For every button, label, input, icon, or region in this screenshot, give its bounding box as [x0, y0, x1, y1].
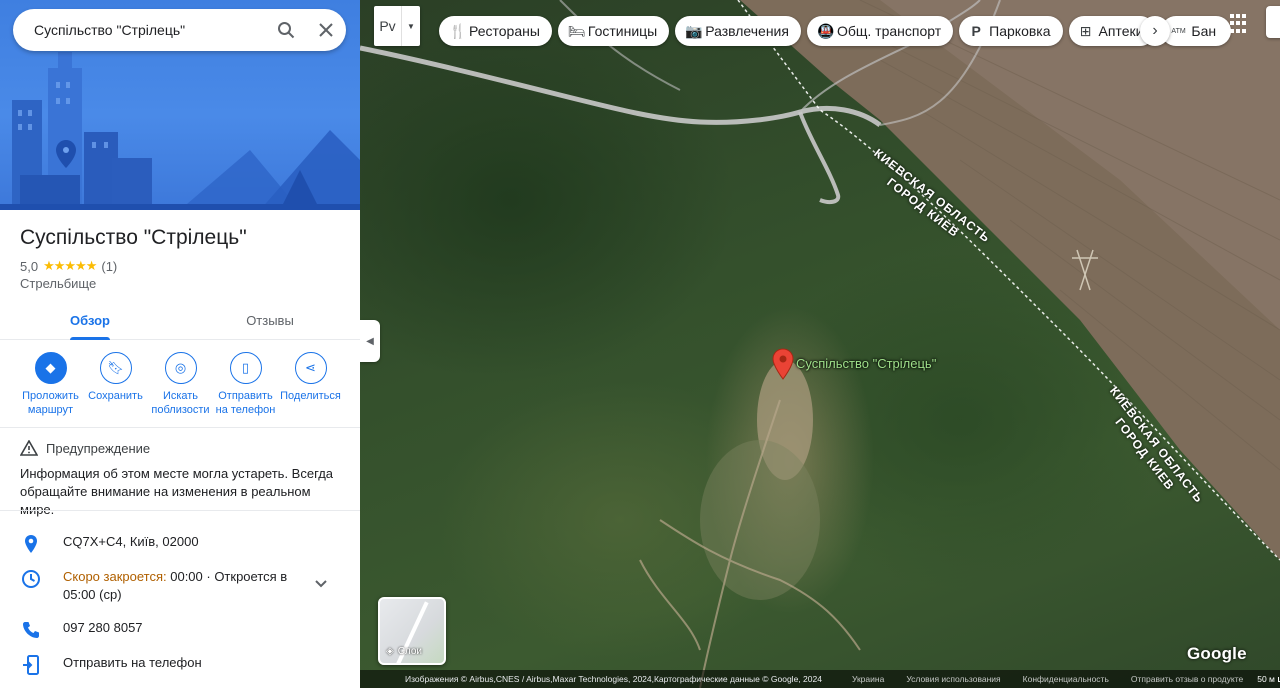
search-box[interactable]: Суспільство "Стрілець" — [13, 9, 346, 51]
chip-restaurants[interactable]: 🍴 Рестораны — [439, 16, 552, 46]
directions-button[interactable]: ◆ Проложить маршрут — [18, 352, 83, 417]
warning-icon — [20, 440, 38, 456]
search-nearby-button[interactable]: ◎ Искать поблизости — [148, 352, 213, 417]
send-to-phone-button[interactable]: ▯ Отправить на телефон — [213, 352, 278, 417]
send-to-phone-icon: ▯ — [229, 352, 262, 384]
parking-icon: P — [971, 23, 981, 39]
place-pin-icon[interactable] — [772, 348, 794, 380]
map-roads — [360, 0, 1280, 561]
category-chips: 🍴 Рестораны 🛏 Гостиницы 📷 Развлечения 🚇 Общ.… — [439, 16, 1232, 46]
send-to-phone-row[interactable]: Отправить на телефон — [20, 654, 340, 676]
layers-button[interactable]: ◈ Слои — [378, 597, 446, 665]
place-rating: 5,0 ★★★★★ (1) — [20, 258, 117, 274]
tab-reviews[interactable]: Отзывы — [180, 302, 360, 339]
send-to-phone-icon — [20, 654, 42, 676]
phone-icon — [20, 619, 42, 641]
chevron-left-icon: ◀ — [366, 335, 374, 347]
chip-hotels[interactable]: 🛏 Гостиницы — [557, 16, 670, 46]
restaurant-icon: 🍴 — [449, 22, 467, 39]
bookmark-icon: 🔖︎ — [99, 352, 132, 384]
address-row[interactable]: CQ7X+C4, Київ, 02000 — [20, 533, 340, 555]
directions-icon: ◆ — [34, 352, 67, 384]
footer-link-terms[interactable]: Условия использования — [906, 674, 1000, 684]
scale-bar[interactable]: 50 м — [1257, 674, 1280, 684]
chips-next-button[interactable]: › — [1140, 16, 1170, 46]
place-tabs: Обзор Отзывы — [0, 302, 360, 340]
search-input[interactable]: Суспільство "Стрілець" — [34, 22, 266, 38]
share-button[interactable]: ⋖ Поделиться — [278, 352, 343, 417]
attribution-text: Изображения © Airbus,CNES / Airbus,Maxar… — [405, 674, 822, 684]
chip-transit[interactable]: 🚇 Общ. транспорт — [806, 16, 954, 46]
chevron-right-icon: › — [1152, 22, 1158, 39]
chip-parking[interactable]: P Парковка — [959, 16, 1063, 46]
google-logo: Google — [1187, 644, 1247, 663]
hotel-icon: 🛏 — [567, 22, 586, 39]
place-title: Суспільство "Стрілець" — [20, 226, 247, 249]
chip-atm[interactable]: ATM Бан — [1161, 16, 1232, 46]
close-icon[interactable] — [306, 10, 346, 50]
atm-icon: ATM — [1171, 27, 1186, 35]
nearby-icon: ◎ — [164, 352, 197, 384]
tab-overview[interactable]: Обзор — [0, 302, 180, 340]
map-footer: Изображения © Airbus,CNES / Airbus,Maxar… — [360, 670, 1280, 688]
map-canvas[interactable]: КИЕВСКАЯ ОБЛАСТЬ ГОРОД КИЕВ КИЕВСКАЯ ОБЛ… — [360, 0, 1280, 688]
review-count[interactable]: (1) — [101, 259, 117, 274]
place-category[interactable]: Стрельбище — [20, 276, 96, 291]
clock-icon — [20, 568, 42, 590]
location-pin-icon — [20, 533, 42, 555]
pin-label[interactable]: Суспільство "Стрілець" — [796, 356, 936, 371]
chevron-down-icon[interactable]: ▼ — [402, 6, 420, 46]
address-text: CQ7X+C4, Київ, 02000 — [63, 534, 199, 549]
footer-link-privacy[interactable]: Конфиденциальность — [1023, 674, 1109, 684]
camera-icon: 📷 — [685, 22, 703, 39]
street-view-label[interactable]: Рv — [374, 6, 402, 46]
place-actions: ◆ Проложить маршрут 🔖︎ Сохранить ◎ Искать… — [18, 352, 342, 417]
hours-status: Скоро закроется: — [63, 569, 167, 584]
footer-link-country[interactable]: Украина — [852, 674, 884, 684]
chip-entertainment[interactable]: 📷 Развлечения — [675, 16, 801, 46]
transit-icon: 🚇 — [816, 22, 835, 39]
search-icon[interactable] — [266, 10, 306, 50]
phone-text: 097 280 8057 — [63, 620, 143, 635]
hours-row[interactable]: Скоро закроется: 00:00 · Откроется в 05:… — [20, 568, 340, 604]
phone-row[interactable]: 097 280 8057 — [20, 619, 340, 641]
chevron-down-icon[interactable] — [314, 576, 328, 592]
pharmacy-icon: ⊞ — [1079, 22, 1092, 39]
divider — [0, 427, 360, 428]
layers-icon: ◈ — [386, 646, 394, 657]
rating-value: 5,0 — [20, 258, 39, 274]
place-panel: Суспільство "Стрілець" Суспільство "Стрі… — [0, 0, 360, 688]
account-button[interactable] — [1266, 6, 1280, 38]
send-to-phone-text: Отправить на телефон — [63, 655, 202, 670]
collapse-panel-button[interactable]: ◀ — [360, 320, 380, 362]
share-icon: ⋖ — [294, 352, 327, 384]
hours-text: Скоро закроется: 00:00 · Откроется в 05:… — [63, 568, 303, 604]
save-button[interactable]: 🔖︎ Сохранить — [83, 352, 148, 417]
footer-link-feedback[interactable]: Отправить отзыв о продукте — [1131, 674, 1243, 684]
rating-stars: ★★★★★ — [43, 258, 97, 273]
google-apps-icon[interactable] — [1230, 14, 1250, 34]
warning-title: Предупреждение — [46, 440, 151, 456]
divider — [0, 510, 360, 511]
street-view-toggle[interactable]: Рv ▼ — [374, 6, 420, 46]
warning-block: Предупреждение Информация об этом месте … — [20, 440, 340, 519]
